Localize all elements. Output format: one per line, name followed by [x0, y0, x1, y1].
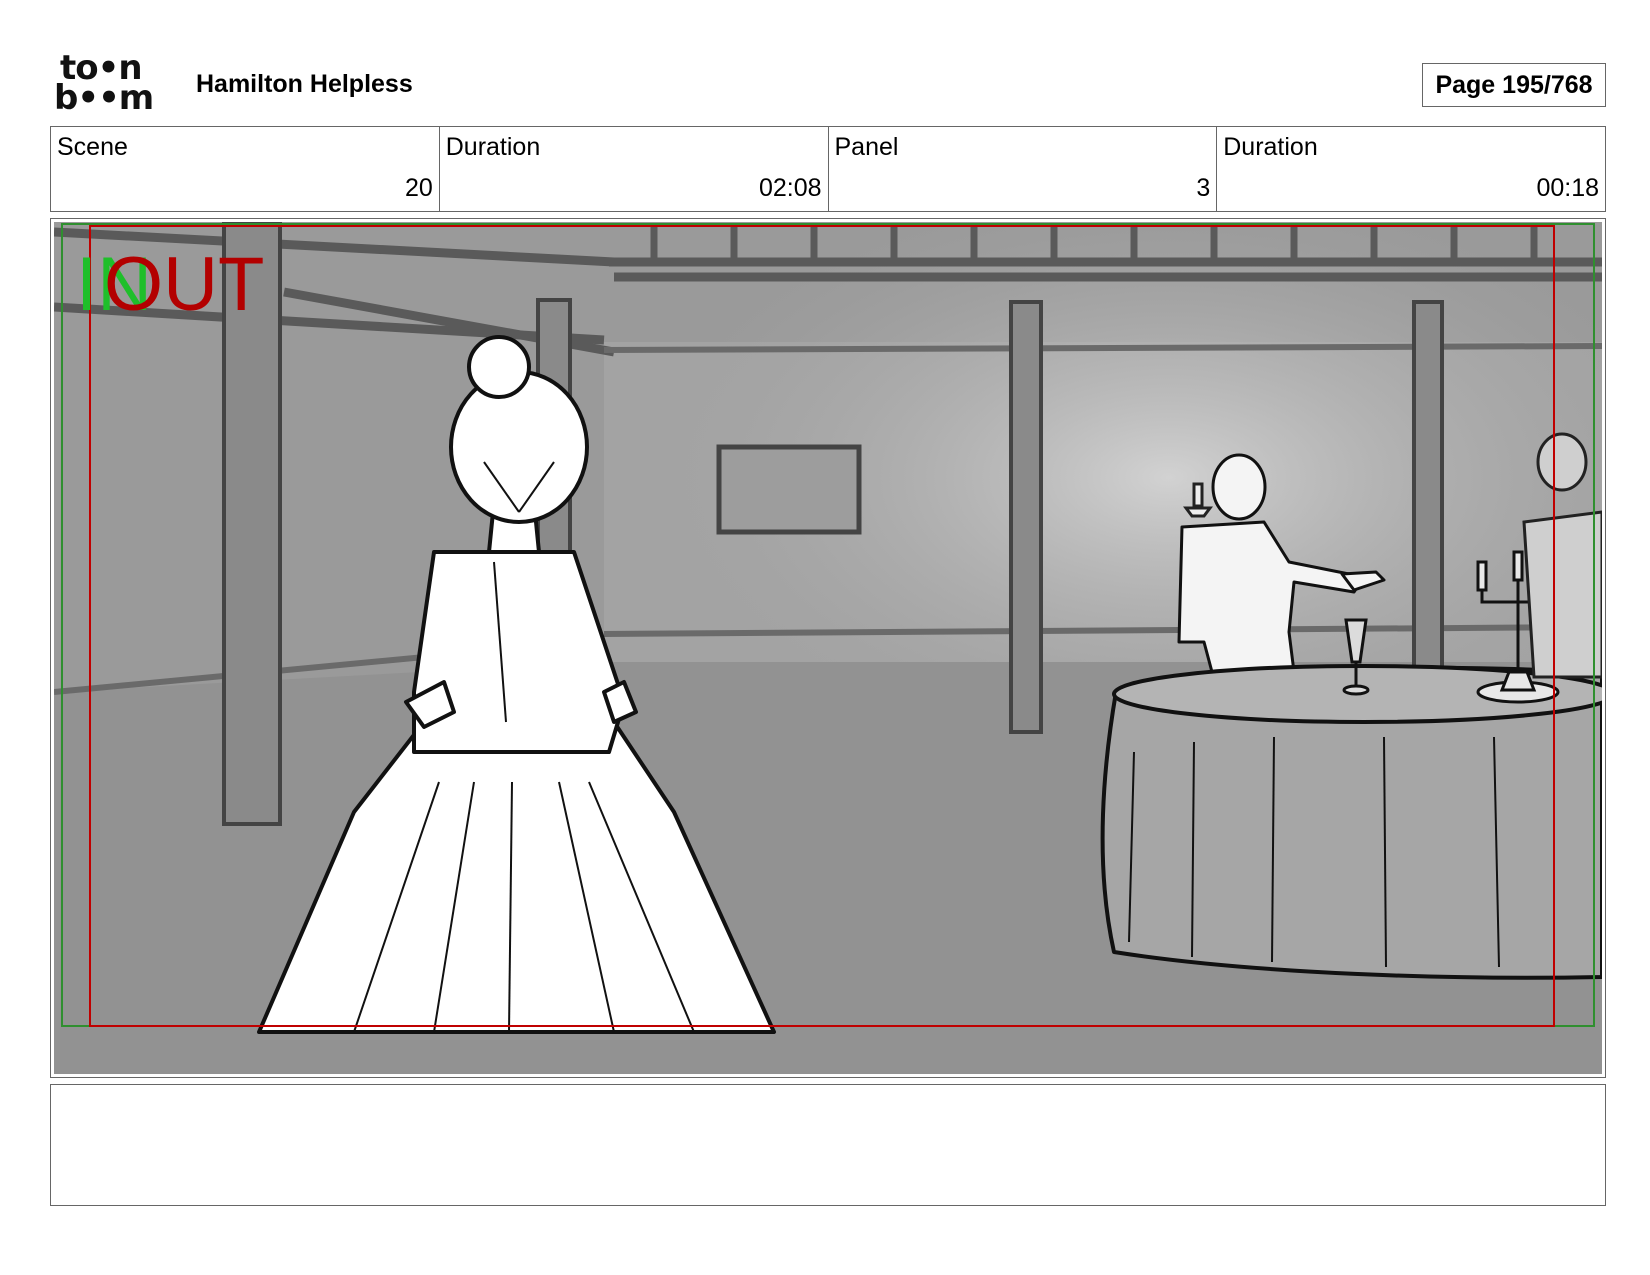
storyboard-panel: IN OUT	[50, 218, 1606, 1078]
scene-cell: Scene 20	[51, 127, 440, 211]
page-number: 195/768	[1502, 70, 1593, 99]
page-label: Page	[1435, 70, 1496, 99]
panel-duration-value: 00:18	[1536, 174, 1599, 202]
panel-value: 3	[1196, 174, 1211, 202]
scene-label: Scene	[57, 133, 128, 161]
panel-drawing: IN OUT	[54, 222, 1602, 1074]
toonboom-logo: to•n b••m	[54, 51, 172, 118]
panel-duration-label: Duration	[1223, 133, 1318, 161]
project-title: Hamilton Helpless	[196, 70, 413, 98]
table	[1100, 664, 1602, 980]
panel-duration-cell: Duration 00:18	[1217, 127, 1605, 211]
panel-cell: Panel 3	[829, 127, 1218, 211]
out-marker: OUT	[104, 242, 264, 327]
scene-duration-cell: Duration 02:08	[440, 127, 829, 211]
scene-duration-label: Duration	[445, 133, 541, 161]
wall-frame	[716, 444, 862, 535]
panel-label: Panel	[834, 133, 899, 161]
scene-duration-value: 02:08	[758, 174, 822, 202]
logo-line-2: b••m	[54, 78, 154, 118]
panel-notes	[50, 1084, 1606, 1206]
panel-info-row: Scene 20 Duration 02:08 Panel 3 Duration…	[50, 126, 1606, 212]
page-indicator: Page 195/768	[1422, 63, 1606, 107]
scene-value: 20	[404, 174, 433, 202]
